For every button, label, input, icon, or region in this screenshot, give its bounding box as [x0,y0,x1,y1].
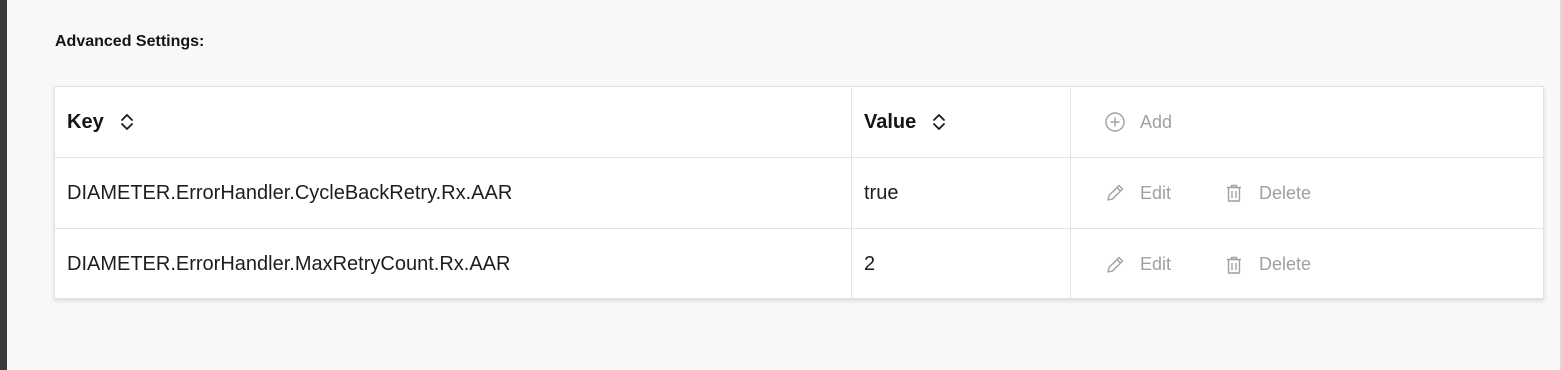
table-row: DIAMETER.ErrorHandler.CycleBackRetry.Rx.… [55,158,1543,229]
edit-button-label: Edit [1140,182,1172,203]
value-column-header[interactable]: Value [852,87,1071,157]
edit-button[interactable]: Edit [1104,254,1171,276]
key-header-label: Key [67,110,104,133]
trash-icon [1227,184,1242,202]
value-text: 2 [864,253,876,275]
delete-button-label: Delete [1259,182,1312,203]
table-header-row: Key Value Add [55,87,1543,158]
add-button-label: Add [1140,111,1173,132]
edit-button-label: Edit [1140,254,1172,274]
pencil-icon [1107,256,1124,273]
actions-column-header: Add [1071,87,1545,157]
actions-cell: Edit Delete [1071,158,1545,228]
sort-updown-icon[interactable] [120,111,134,133]
key-column-header[interactable]: Key [55,87,852,157]
pencil-icon [1107,184,1124,201]
key-cell: DIAMETER.ErrorHandler.CycleBackRetry.Rx.… [55,158,852,228]
value-cell: true [852,158,1071,228]
actions-cell: Edit Delete [1071,229,1545,300]
key-cell: DIAMETER.ErrorHandler.MaxRetryCount.Rx.A… [55,229,852,300]
sort-updown-icon[interactable] [932,111,946,133]
key-text: DIAMETER.ErrorHandler.CycleBackRetry.Rx.… [67,181,513,204]
window-left-edge [0,0,7,370]
trash-icon [1227,256,1242,274]
delete-button-label: Delete [1259,254,1312,274]
delete-button[interactable]: Delete [1223,254,1311,276]
delete-button[interactable]: Delete [1223,182,1311,204]
edit-button[interactable]: Edit [1104,182,1171,204]
table-row: DIAMETER.ErrorHandler.MaxRetryCount.Rx.A… [55,229,1543,300]
section-title: Advanced Settings: [55,33,205,50]
value-header-label: Value [864,110,917,133]
value-cell: 2 [852,229,1071,300]
advanced-settings-table: Key Value Add DIAMETER.ErrorHandler.Cycl… [54,86,1544,300]
key-text: DIAMETER.ErrorHandler.MaxRetryCount.Rx.A… [67,253,511,275]
add-circle-icon [1105,112,1125,132]
add-button[interactable]: Add [1104,111,1172,133]
value-text: true [864,181,899,204]
